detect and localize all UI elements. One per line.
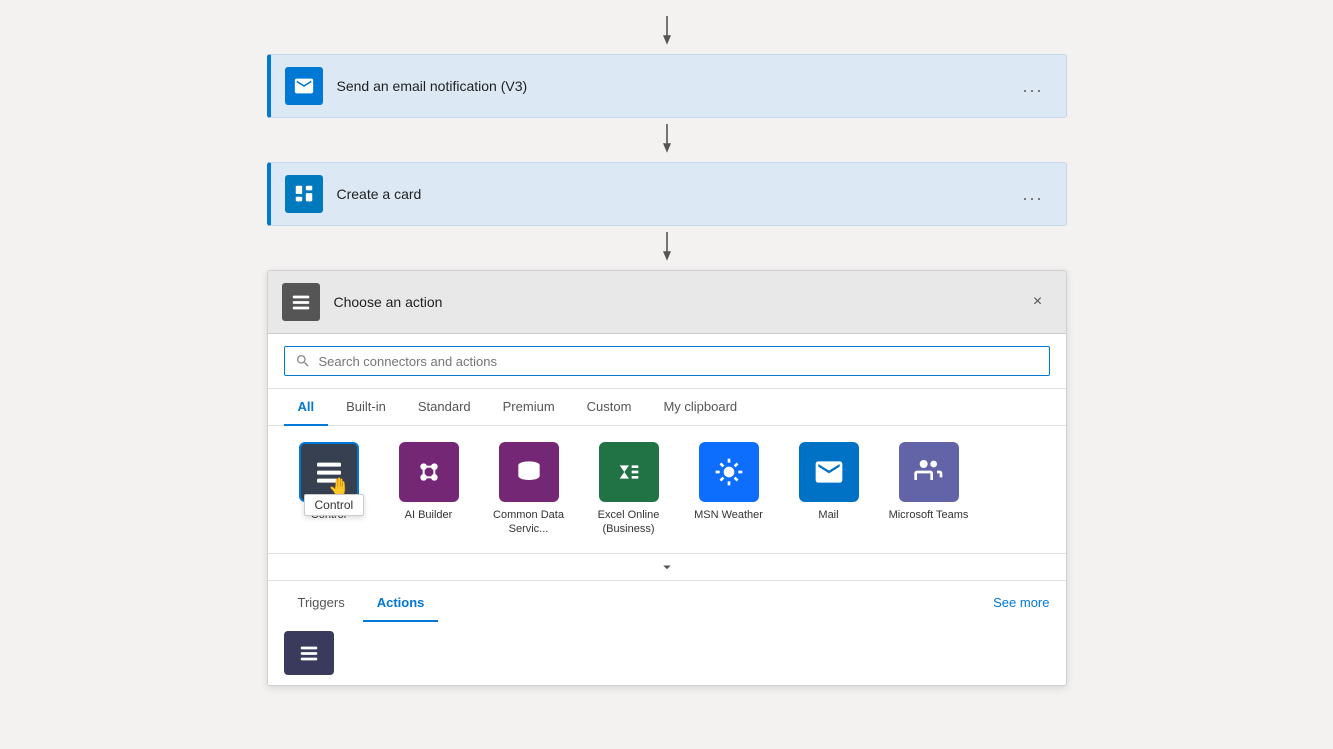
expand-row[interactable] [268,554,1066,581]
ai-builder-icon-box[interactable] [399,442,459,502]
tab-premium[interactable]: Premium [489,389,569,426]
arrow-before-panel [657,226,677,270]
tab-custom[interactable]: Custom [573,389,646,426]
connector-teams[interactable]: Microsoft Teams [884,442,974,522]
teams-icon-box[interactable] [899,442,959,502]
connector-control[interactable]: 🤚 Control Control [284,442,374,522]
choose-action-panel: Choose an action × All Built-in Standard… [267,270,1067,686]
search-container [268,334,1066,389]
card-step-icon [285,175,323,213]
mail-icon-box[interactable] [799,442,859,502]
email-step-more[interactable]: ... [1014,72,1051,101]
tab-standard[interactable]: Standard [404,389,485,426]
connector-excel[interactable]: Excel Online (Business) [584,442,674,537]
bottom-tabs-row: Triggers Actions See more [268,581,1066,621]
card-step-more[interactable]: ... [1014,180,1051,209]
action-tile-1[interactable] [284,631,334,675]
panel-header: Choose an action × [268,271,1066,334]
search-icon [295,353,311,369]
ai-builder-label: AI Builder [405,508,453,522]
connector-ai-builder[interactable]: AI Builder [384,442,474,522]
weather-icon-box[interactable] [699,442,759,502]
dataverse-label: Common Data Servic... [484,508,574,537]
panel-header-icon [282,283,320,321]
search-input[interactable] [319,354,1039,369]
control-icon-box[interactable]: 🤚 [299,442,359,502]
card-step-label: Create a card [337,186,1015,202]
step-email[interactable]: Send an email notification (V3) ... [267,54,1067,118]
flow-canvas: Send an email notification (V3) ... Crea… [0,10,1333,686]
tab-built-in[interactable]: Built-in [332,389,400,426]
email-step-icon [285,67,323,105]
see-more-button[interactable]: See more [993,595,1049,610]
tab-triggers[interactable]: Triggers [284,585,359,622]
tab-actions[interactable]: Actions [363,585,439,622]
email-step-label: Send an email notification (V3) [337,78,1015,94]
arrow-between-steps [657,118,677,162]
dataverse-icon-box[interactable] [499,442,559,502]
step-card[interactable]: Create a card ... [267,162,1067,226]
filter-tabs: All Built-in Standard Premium Custom My … [268,389,1066,426]
connector-dataverse[interactable]: Common Data Servic... [484,442,574,537]
panel-title: Choose an action [334,294,1024,310]
excel-label: Excel Online (Business) [584,508,674,537]
excel-icon-box[interactable] [599,442,659,502]
weather-label: MSN Weather [694,508,763,522]
connectors-grid: 🤚 Control Control [268,426,1066,554]
close-button[interactable]: × [1024,288,1052,316]
teams-label: Microsoft Teams [889,508,969,522]
arrow-before-email [657,10,677,54]
search-bar[interactable] [284,346,1050,376]
mail-label: Mail [818,508,838,522]
tab-all[interactable]: All [284,389,329,426]
chevron-down-icon [658,558,676,576]
action-tiles-preview [268,621,1066,685]
connector-mail[interactable]: Mail [784,442,874,522]
tab-clipboard[interactable]: My clipboard [649,389,751,426]
control-tooltip: Control [304,494,365,516]
connector-weather[interactable]: MSN Weather [684,442,774,522]
